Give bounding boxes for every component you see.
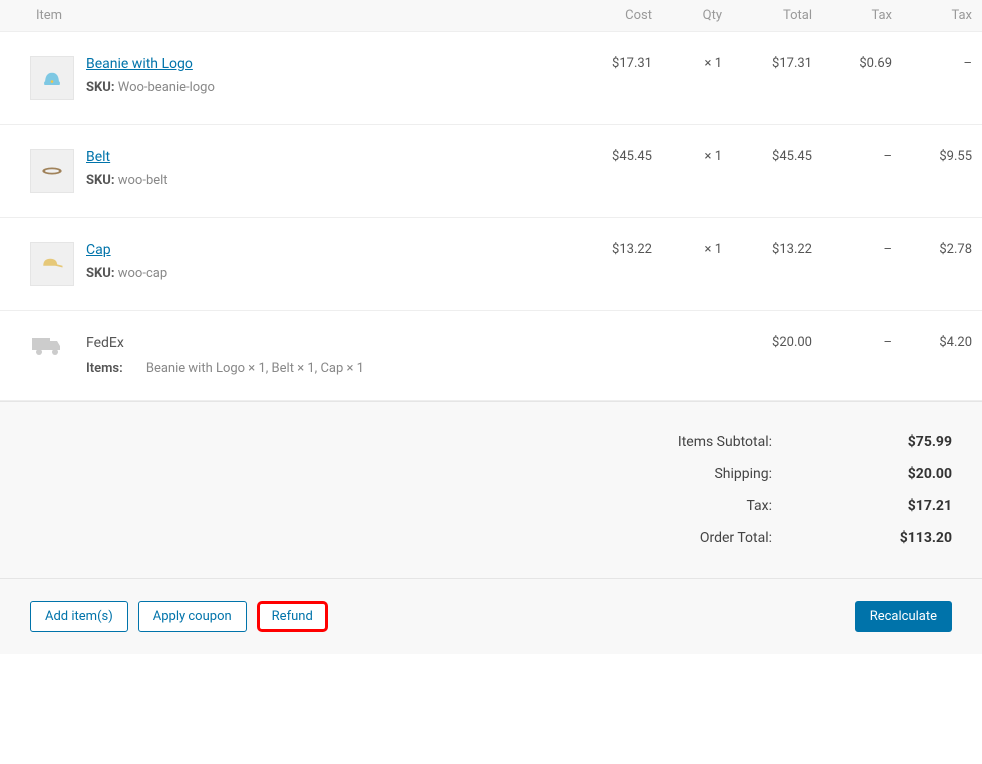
item-cost: $17.31: [572, 32, 662, 125]
product-name-link[interactable]: Beanie with Logo: [86, 56, 193, 72]
shipping-total: $20.00: [732, 311, 822, 401]
totals-table: Items Subtotal: $75.99 Shipping: $20.00 …: [678, 426, 952, 554]
table-row: Belt SKU: woo-belt $45.45 × 1 $45.45 – $…: [0, 125, 982, 218]
cap-icon: [38, 250, 66, 278]
item-total: $45.45: [732, 125, 822, 218]
shipping-tax2: $4.20: [902, 311, 982, 401]
item-tax1: –: [822, 218, 902, 311]
beanie-icon: [38, 64, 66, 92]
item-tax2: –: [902, 32, 982, 125]
order-items-table: Item Cost Qty Total Tax Tax Beanie with …: [0, 0, 982, 401]
item-cost: $13.22: [572, 218, 662, 311]
recalculate-button[interactable]: Recalculate: [855, 601, 952, 632]
truck-icon: [30, 346, 64, 361]
product-thumb: [30, 242, 74, 286]
item-tax1: $0.69: [822, 32, 902, 125]
refund-button[interactable]: Refund: [257, 601, 328, 632]
shipping-name: FedEx: [86, 335, 562, 351]
tax-value: $17.21: [872, 490, 952, 522]
item-qty: × 1: [662, 125, 732, 218]
shipping-row: FedEx Items: Beanie with Logo × 1, Belt …: [0, 311, 982, 401]
sku-label: SKU:: [86, 173, 115, 188]
item-tax2: $9.55: [902, 125, 982, 218]
header-cost: Cost: [572, 0, 662, 32]
product-name-link[interactable]: Belt: [86, 149, 110, 165]
header-qty: Qty: [662, 0, 732, 32]
sku-label: SKU:: [86, 266, 115, 281]
actions-section: Add item(s) Apply coupon Refund Recalcul…: [0, 578, 982, 654]
order-total-label: Order Total:: [678, 522, 872, 554]
shipping-value: $20.00: [872, 458, 952, 490]
table-row: Beanie with Logo SKU: Woo-beanie-logo $1…: [0, 32, 982, 125]
add-items-button[interactable]: Add item(s): [30, 601, 128, 632]
table-row: Cap SKU: woo-cap $13.22 × 1 $13.22 – $2.…: [0, 218, 982, 311]
item-cost: $45.45: [572, 125, 662, 218]
subtotal-value: $75.99: [872, 426, 952, 458]
apply-coupon-button[interactable]: Apply coupon: [138, 601, 247, 632]
product-thumb: [30, 149, 74, 193]
sku-value: woo-belt: [118, 173, 168, 188]
shipping-items-value: Beanie with Logo × 1, Belt × 1, Cap × 1: [146, 361, 364, 376]
header-tax1: Tax: [822, 0, 902, 32]
header-tax2: Tax: [902, 0, 982, 32]
sku-label: SKU:: [86, 80, 115, 95]
product-thumb: [30, 56, 74, 100]
order-total-value: $113.20: [872, 522, 952, 554]
sku-value: woo-cap: [118, 266, 167, 281]
item-total: $17.31: [732, 32, 822, 125]
totals-section: Items Subtotal: $75.99 Shipping: $20.00 …: [0, 401, 982, 578]
item-tax2: $2.78: [902, 218, 982, 311]
subtotal-label: Items Subtotal:: [678, 426, 872, 458]
tax-label: Tax:: [678, 490, 872, 522]
belt-icon: [38, 157, 66, 185]
header-total: Total: [732, 0, 822, 32]
item-qty: × 1: [662, 32, 732, 125]
item-tax1: –: [822, 125, 902, 218]
item-qty: × 1: [662, 218, 732, 311]
shipping-tax1: –: [822, 311, 902, 401]
product-name-link[interactable]: Cap: [86, 242, 111, 258]
header-item: Item: [0, 0, 572, 32]
shipping-items-label: Items:: [86, 361, 123, 376]
sku-value: Woo-beanie-logo: [118, 80, 215, 95]
item-total: $13.22: [732, 218, 822, 311]
shipping-label: Shipping:: [678, 458, 872, 490]
